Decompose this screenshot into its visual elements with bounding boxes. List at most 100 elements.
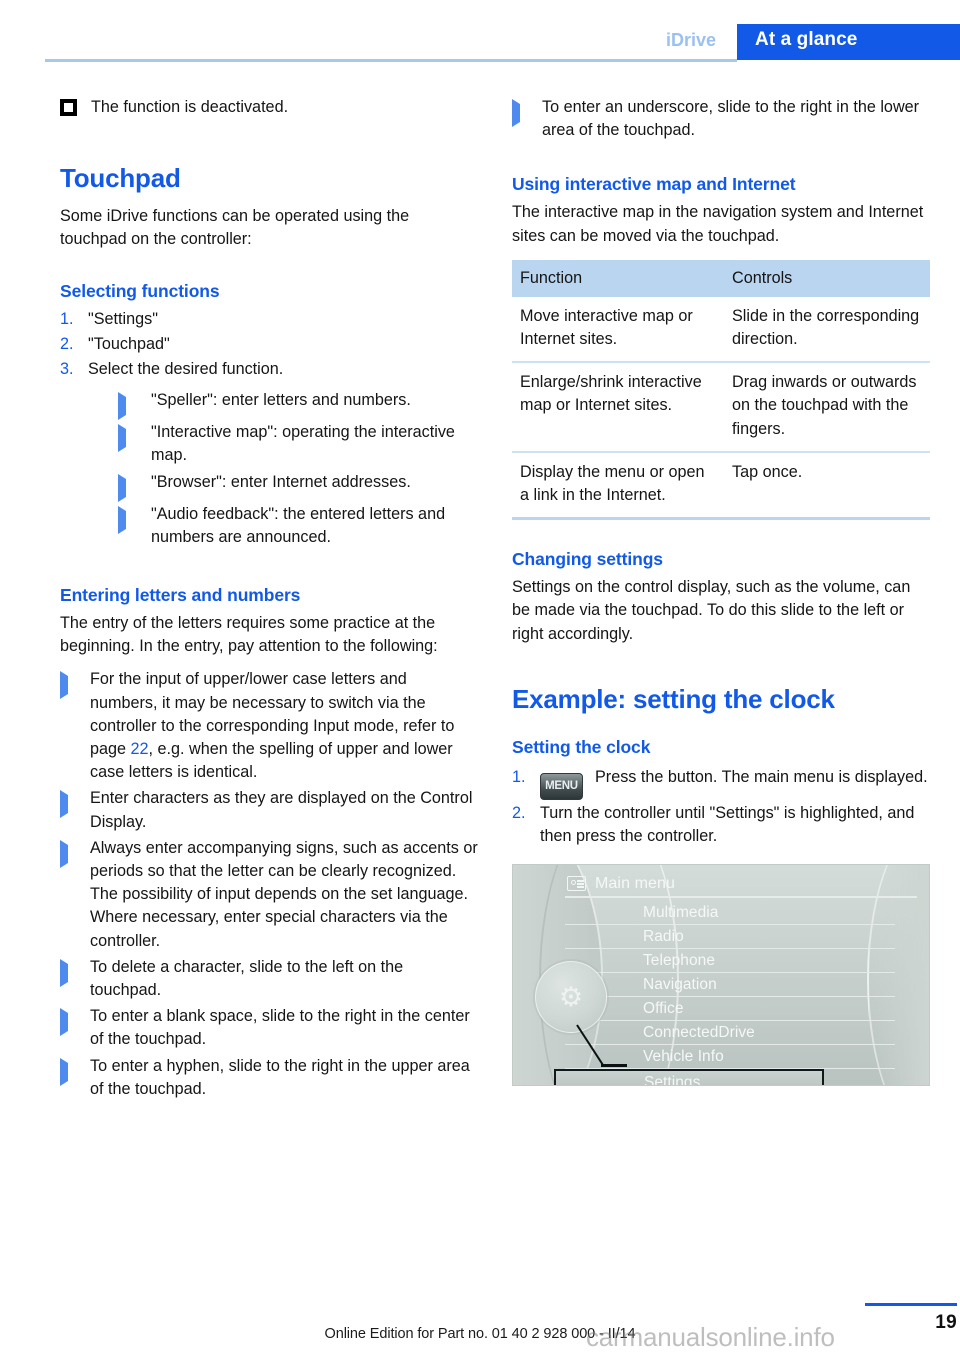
triangle-bullet-icon [512, 96, 542, 127]
idrive-menu-item-navigation[interactable]: Navigation [565, 973, 895, 998]
idrive-screen-image: Main menu Multimedia Radio Telephone Nav… [512, 864, 930, 1087]
touchpad-heading: Touchpad [60, 163, 181, 194]
list-item-text: To delete a character, slide to the left… [90, 957, 404, 1000]
table-cell-controls: Slide in the corresponding direction. [724, 296, 930, 364]
manual-page: iDrive At a glance The function is deact… [0, 0, 960, 1362]
list-item: To enter a hyphen, slide to the right in… [60, 1055, 478, 1101]
list-item-text: Enter characters as they are displayed o… [90, 789, 473, 831]
list-number: 1. [60, 309, 74, 328]
table-header-row: Function Controls [512, 259, 930, 297]
table-cell-function: Move interactive map or Internet sites. [512, 296, 724, 364]
setting-clock-steps: 1. MENU Press the button. The main menu i… [512, 766, 932, 848]
idrive-menu-item-radio[interactable]: Radio [565, 925, 895, 950]
left-column: The function is deactivated. Touchpad So… [60, 96, 478, 1104]
triangle-bullet-icon [118, 471, 151, 502]
idrive-controller-knob[interactable]: ⚙ [535, 961, 607, 1034]
touchpad-intro-text: Some iDrive functions can be operated us… [60, 207, 410, 249]
table-row: Enlarge/shrink interactive map or Intern… [512, 362, 930, 453]
touchpad-functions-table: Function Controls Move interactive map o… [512, 259, 930, 521]
table-row: Move interactive map or Internet sites. … [512, 296, 930, 364]
list-number: 2. [60, 334, 74, 353]
triangle-bullet-icon [60, 1055, 90, 1086]
list-item-text: "Interactive map": operating the inter­a… [151, 423, 455, 465]
triangle-bullet-icon [60, 956, 90, 987]
list-item-text: "Touchpad" [88, 334, 170, 353]
list-item: 3. Select the desired function. [60, 358, 478, 381]
selecting-functions-list: 1. "Settings" 2. "Touchpad" 3. Select th… [60, 308, 478, 382]
list-item-text: Turn the controller until "Settings" is … [540, 803, 915, 846]
page-reference-link[interactable]: 22 [131, 740, 149, 758]
table-cell-controls: Drag inwards or outwards on the touchpad… [724, 362, 930, 453]
column-header-controls: Controls [724, 259, 930, 297]
idrive-menu-item-telephone[interactable]: Telephone [565, 949, 895, 974]
checkbox-deactivated-icon [60, 99, 77, 116]
changing-settings-text: Settings on the control display, such as… [512, 578, 911, 643]
using-map-heading: Using interactive map and Internet [512, 174, 796, 195]
header-rule [45, 59, 737, 62]
selecting-functions-heading: Selecting functions [60, 280, 220, 301]
idrive-title-rule [565, 896, 895, 899]
list-item: "Browser": enter Internet addresses. [118, 471, 478, 502]
list-item: 2. Turn the controller until "Settings" … [512, 802, 932, 848]
list-item: To enter a blank space, slide to the rig… [60, 1005, 478, 1051]
list-item: "Speller": enter letters and numbers. [118, 389, 478, 421]
idrive-screen-title: Main menu [595, 875, 676, 893]
triangle-bullet-icon [118, 389, 151, 421]
menu-button-icon[interactable]: MENU [540, 772, 583, 800]
example-clock-heading: Example: setting the clock [512, 683, 835, 714]
list-item: 2. "Touchpad" [60, 333, 478, 356]
idrive-menu-item-connecteddrive[interactable]: ConnectedDrive [565, 1021, 895, 1046]
table-cell-function: Display the menu or open a link in the I… [512, 451, 724, 521]
list-item: "Interactive map": operating the inter­a… [118, 421, 478, 467]
changing-settings-heading: Changing settings [512, 549, 663, 570]
table-cell-function: Enlarge/shrink interactive map or Intern… [512, 362, 724, 453]
column-header-function: Function [512, 259, 724, 297]
right-column: To enter an underscore, slide to the rig… [512, 96, 932, 1087]
idrive-menu-item-multimedia[interactable]: Multimedia [565, 901, 895, 926]
list-number: 3. [60, 360, 74, 379]
list-number: 1. [512, 767, 526, 786]
triangle-bullet-icon [60, 787, 90, 819]
list-item-text: "Audio feedback": the entered letters an… [151, 504, 446, 546]
idrive-screen-title-bar: Main menu [567, 872, 675, 895]
list-item: 1. MENU Press the button. The main menu i… [512, 766, 932, 800]
callout-leader-line-horizontal [601, 1064, 627, 1067]
footer-rule [865, 1303, 957, 1306]
list-item: 1. "Settings" [60, 308, 478, 331]
list-item-text: "Browser": enter Internet addresses. [151, 472, 411, 491]
entering-letters-heading: Entering letters and numbers [60, 585, 301, 606]
list-item-text: To enter a blank space, slide to the rig… [90, 1007, 470, 1049]
idrive-menu-item-settings[interactable]: Settings [554, 1069, 824, 1086]
using-map-intro: The interactive map in the navigation sy… [512, 203, 924, 245]
page-header: iDrive At a glance [0, 0, 960, 62]
header-tab-label: At a glance [755, 29, 858, 50]
list-item-text: For the input of upper/lower case letter… [90, 668, 478, 784]
list-item: Always enter accompanying signs, such as… [60, 837, 478, 953]
idrive-menu-list: Multimedia Radio Telephone Navigation Of… [554, 901, 895, 1086]
underscore-bullet-list: To enter an underscore, slide to the rig… [512, 96, 932, 142]
gear-icon: ⚙ [558, 981, 584, 1012]
menu-list-icon [567, 876, 586, 892]
triangle-bullet-icon [60, 668, 90, 700]
triangle-bullet-icon [118, 503, 151, 534]
list-item: To enter an underscore, slide to the rig… [512, 96, 932, 142]
header-section-label: iDrive [666, 30, 717, 50]
triangle-bullet-icon [60, 1005, 90, 1037]
step-text: Press the button. The main menu is displ… [595, 767, 928, 786]
list-item-text: To enter an underscore, slide to the rig… [542, 98, 920, 140]
list-item-text: Select the desired function. [88, 360, 284, 379]
list-item: For the input of upper/lower case letter… [60, 668, 478, 784]
selecting-substeps-list: "Speller": enter letters and numbers. "I… [118, 389, 478, 549]
list-item: To delete a character, slide to the left… [60, 956, 478, 1002]
table-cell-controls: Tap once. [724, 451, 930, 521]
list-item-text: Always enter accompanying signs, such as… [90, 838, 478, 950]
idrive-menu-item-office[interactable]: Office [565, 997, 895, 1022]
entering-letters-bullets: For the input of upper/lower case letter… [60, 668, 478, 1101]
setting-clock-heading: Setting the clock [512, 736, 651, 757]
triangle-bullet-icon [60, 837, 90, 868]
list-item: "Audio feedback": the entered letters an… [118, 503, 478, 549]
list-item: Enter characters as they are displayed o… [60, 787, 478, 833]
list-item-text: "Speller": enter letters and numbers. [151, 391, 411, 410]
triangle-bullet-icon [118, 421, 151, 453]
deactivated-note: The function is deactivated. [60, 96, 478, 119]
